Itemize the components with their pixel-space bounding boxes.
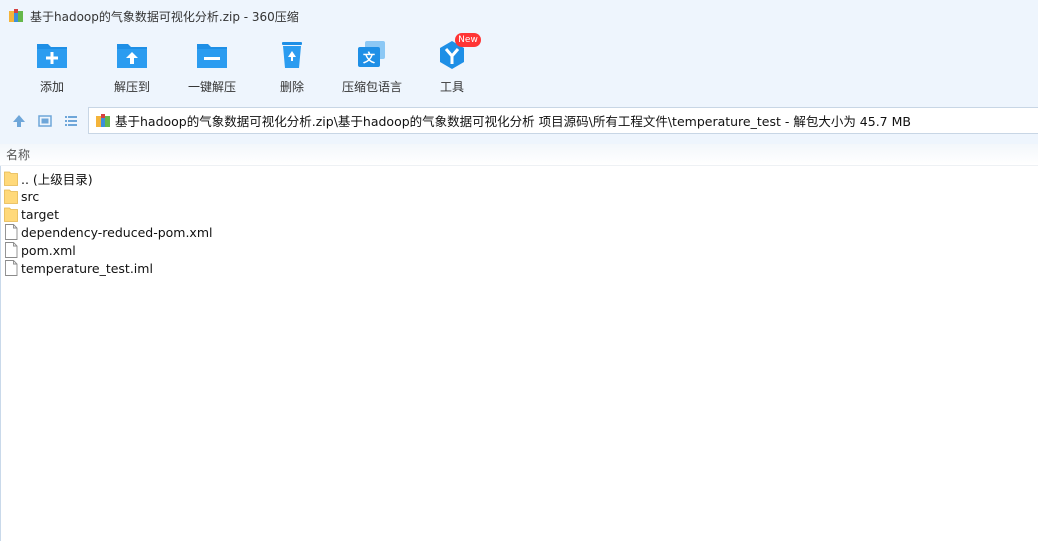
column-header-name[interactable]: 名称 (6, 146, 30, 163)
list-item-file[interactable]: dependency-reduced-pom.xml (0, 223, 1038, 241)
svg-text:文: 文 (363, 50, 376, 65)
extract-to-button[interactable]: 解压到 (91, 38, 173, 96)
window-title: 基于hadoop的气象数据可视化分析.zip - 360压缩 (30, 9, 299, 24)
language-icon: 文 (358, 41, 385, 67)
recycle-bin-icon (282, 42, 302, 68)
list-view-button[interactable] (62, 112, 80, 130)
list-item-name: target (21, 206, 60, 222)
delete-button-label: 删除 (279, 80, 304, 94)
add-folder-icon (37, 44, 67, 68)
one-click-extract-button-label: 一键解压 (187, 80, 236, 94)
list-item-name: src (21, 188, 40, 204)
list-item-name: dependency-reduced-pom.xml (21, 224, 213, 240)
arrow-up-icon (13, 115, 25, 127)
one-click-extract-folder-icon (197, 44, 227, 68)
up-level-button[interactable] (10, 112, 28, 130)
address-row: 基于hadoop的气象数据可视化分析.zip\基于hadoop的气象数据可视化分… (0, 98, 1038, 144)
folder-icon (4, 207, 18, 222)
extract-to-folder-icon (117, 44, 147, 68)
delete-button[interactable]: 删除 (251, 38, 333, 96)
list-item-name: temperature_test.iml (21, 260, 153, 276)
column-header: 名称 (0, 144, 1038, 166)
list-item-name: pom.xml (21, 242, 76, 258)
new-badge: New (455, 33, 481, 47)
archive-language-button[interactable]: 文 压缩包语言 (331, 38, 413, 96)
address-path: 基于hadoop的气象数据可视化分析.zip\基于hadoop的气象数据可视化分… (115, 114, 911, 129)
list-item-folder[interactable]: target (0, 205, 1038, 223)
file-icon (5, 224, 18, 240)
list-item-parent-directory[interactable]: .. (上级目录) (0, 169, 1038, 187)
toolbar: 添加 解压到 一键解压 删除 文 压缩包语言 工具 New (0, 32, 1038, 98)
thumbnail-view-button[interactable] (36, 112, 54, 130)
archive-icon (96, 113, 110, 127)
list-item-name: .. (上级目录) (21, 171, 93, 187)
one-click-extract-button[interactable]: 一键解压 (171, 38, 253, 96)
file-icon (5, 260, 18, 276)
add-button[interactable]: 添加 (11, 38, 93, 96)
extract-to-button-label: 解压到 (113, 80, 150, 94)
tools-button-label: 工具 (439, 80, 464, 94)
folder-icon (4, 189, 18, 204)
tools-button[interactable]: 工具 (411, 38, 493, 96)
list-item-file[interactable]: pom.xml (0, 241, 1038, 259)
list-view-icon (65, 116, 77, 126)
archive-icon (9, 9, 23, 22)
add-button-label: 添加 (39, 80, 64, 94)
file-icon (5, 242, 18, 258)
list-item-folder[interactable]: src (0, 187, 1038, 205)
list-item-file[interactable]: temperature_test.iml (0, 259, 1038, 277)
thumbnail-view-icon (38, 115, 52, 127)
folder-icon (4, 171, 18, 186)
archive-language-button-label: 压缩包语言 (341, 80, 402, 94)
title-bar: 基于hadoop的气象数据可视化分析.zip - 360压缩 (0, 0, 1038, 32)
file-list: .. (上级目录) src target dependency-reduced-… (0, 169, 1038, 541)
address-bar[interactable]: 基于hadoop的气象数据可视化分析.zip\基于hadoop的气象数据可视化分… (88, 107, 1038, 134)
